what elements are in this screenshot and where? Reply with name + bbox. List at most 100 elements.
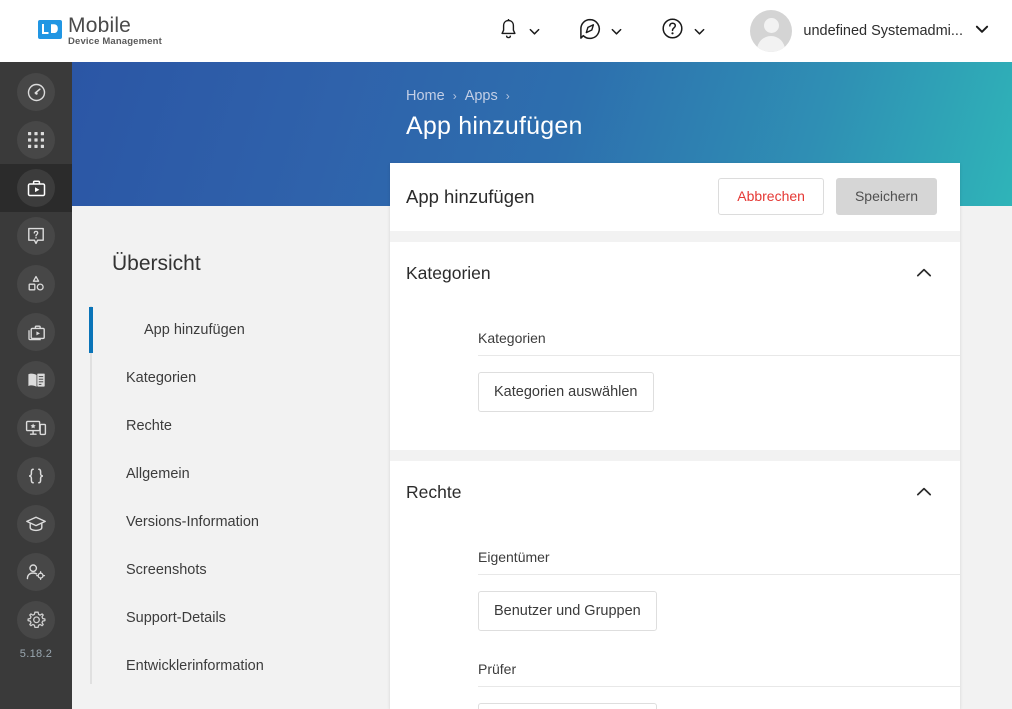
question-circle-icon bbox=[661, 17, 684, 45]
devices-icon bbox=[17, 409, 55, 447]
card-title: App hinzufügen bbox=[406, 185, 535, 207]
logo-title: Mobile bbox=[68, 14, 132, 38]
section-title: Kategorien bbox=[406, 262, 491, 283]
compass-icon bbox=[579, 18, 601, 45]
owner-users-groups-button[interactable]: Benutzer und Gruppen bbox=[478, 591, 657, 631]
rail-item-training[interactable] bbox=[0, 500, 72, 548]
field-pruefer: Prüfer Benutzer und Gruppen bbox=[478, 661, 960, 709]
nav-item-versions-information[interactable]: Versions-Information bbox=[90, 498, 390, 546]
briefcase-stack-icon bbox=[17, 313, 55, 351]
nav-item-screenshots[interactable]: Screenshots bbox=[90, 546, 390, 594]
avatar bbox=[750, 10, 793, 52]
field-underline bbox=[478, 355, 960, 356]
app-version-label: 5.18.2 bbox=[19, 648, 53, 660]
help-menu[interactable] bbox=[651, 0, 716, 62]
breadcrumb-separator-icon: › bbox=[505, 89, 510, 103]
card-section-divider bbox=[390, 450, 960, 461]
user-settings-icon bbox=[17, 553, 55, 591]
feedback-menu[interactable] bbox=[569, 0, 633, 62]
nav-item-label: Kategorien bbox=[126, 370, 197, 386]
dashboard-gauge-icon bbox=[17, 73, 55, 111]
app-grid-icon bbox=[17, 121, 55, 159]
breadcrumb-separator-icon: › bbox=[452, 89, 457, 103]
overview-nav-panel: Übersicht App hinzufügen Kategorien Rech… bbox=[72, 206, 390, 709]
field-label: Kategorien bbox=[478, 330, 546, 346]
rail-item-user-management[interactable] bbox=[0, 548, 72, 596]
nav-item-allgemein[interactable]: Allgemein bbox=[90, 450, 390, 498]
overview-nav-list: App hinzufügen Kategorien Rechte Allgeme… bbox=[89, 306, 390, 690]
breadcrumb: Home › Apps › bbox=[406, 88, 583, 104]
card-section-divider bbox=[390, 231, 960, 242]
section-body: Kategorien Kategorien auswählen bbox=[390, 304, 960, 450]
rail-item-api[interactable] bbox=[0, 452, 72, 500]
section-header[interactable]: Kategorien bbox=[390, 242, 960, 304]
rail-item-apps-grid[interactable] bbox=[0, 116, 72, 164]
section-header[interactable]: Rechte bbox=[390, 461, 960, 523]
chevron-down-icon bbox=[610, 25, 623, 38]
field-label: Prüfer bbox=[478, 661, 517, 677]
breadcrumb-item-home[interactable]: Home bbox=[406, 88, 445, 104]
nav-item-label: Support-Details bbox=[126, 610, 226, 626]
nav-item-entwicklerinformation[interactable]: Entwicklerinformation bbox=[90, 642, 390, 690]
section-body: Eigentümer Benutzer und Gruppen Prüfer B… bbox=[390, 523, 960, 709]
rail-item-devices[interactable] bbox=[0, 404, 72, 452]
nav-item-label: Allgemein bbox=[126, 466, 190, 482]
top-header-bar: Mobile Device Management undefined Syste… bbox=[0, 0, 1012, 62]
page-title: App hinzufügen bbox=[406, 112, 583, 140]
field-label: Eigentümer bbox=[478, 549, 550, 565]
header-actions: undefined Systemadmi... bbox=[488, 0, 1012, 62]
section-kategorien: Kategorien Kategorien Kategorien auswähl… bbox=[390, 242, 960, 450]
nav-item-label: Rechte bbox=[126, 418, 172, 434]
field-underline bbox=[478, 574, 960, 575]
book-icon bbox=[17, 361, 55, 399]
rail-item-dashboard[interactable] bbox=[0, 68, 72, 116]
cancel-button[interactable]: Abbrechen bbox=[718, 178, 824, 215]
chevron-down-icon bbox=[974, 21, 990, 42]
card-header-actions: Abbrechen Speichern bbox=[718, 178, 937, 215]
field-eigentuemer: Eigentümer Benutzer und Gruppen bbox=[478, 549, 960, 631]
graduation-cap-icon bbox=[17, 505, 55, 543]
rail-item-support[interactable] bbox=[0, 212, 72, 260]
chevron-up-icon[interactable] bbox=[916, 265, 932, 281]
chevron-down-icon bbox=[528, 25, 541, 38]
gear-icon bbox=[17, 601, 55, 639]
field-kategorien: Kategorien Kategorien auswählen bbox=[478, 330, 960, 412]
left-icon-rail: 5.18.2 bbox=[0, 62, 72, 709]
nav-item-label: Versions-Information bbox=[126, 514, 259, 530]
logo-subtitle: Device Management bbox=[68, 36, 162, 48]
nav-item-support-details[interactable]: Support-Details bbox=[90, 594, 390, 642]
add-app-card: App hinzufügen Abbrechen Speichern Kateg… bbox=[390, 163, 960, 709]
field-underline bbox=[478, 686, 960, 687]
section-title: Rechte bbox=[406, 481, 462, 502]
nav-item-kategorien[interactable]: Kategorien bbox=[90, 354, 390, 402]
rail-item-documents[interactable] bbox=[0, 356, 72, 404]
rail-item-app-store[interactable] bbox=[0, 164, 72, 212]
briefcase-play-icon bbox=[17, 169, 55, 207]
ld-logo-icon bbox=[38, 19, 62, 39]
chevron-up-icon[interactable] bbox=[916, 484, 932, 500]
rail-item-profiles[interactable] bbox=[0, 260, 72, 308]
app-logo[interactable]: Mobile Device Management bbox=[38, 15, 162, 47]
notifications-menu[interactable] bbox=[488, 0, 551, 62]
nav-item-app-hinzufuegen[interactable]: App hinzufügen bbox=[89, 306, 390, 354]
user-name-label: undefined Systemadmi... bbox=[803, 23, 963, 39]
bell-icon bbox=[498, 18, 519, 45]
rail-item-settings[interactable] bbox=[0, 596, 72, 644]
nav-item-label: Entwicklerinformation bbox=[126, 658, 264, 674]
nav-item-label: Screenshots bbox=[126, 562, 207, 578]
nav-item-label: App hinzufügen bbox=[144, 322, 245, 338]
chevron-down-icon bbox=[693, 25, 706, 38]
nav-item-rechte[interactable]: Rechte bbox=[90, 402, 390, 450]
code-braces-icon bbox=[17, 457, 55, 495]
overview-nav-title: Übersicht bbox=[112, 252, 201, 275]
rail-item-app-groups[interactable] bbox=[0, 308, 72, 356]
help-box-icon bbox=[17, 217, 55, 255]
select-categories-button[interactable]: Kategorien auswählen bbox=[478, 372, 654, 412]
breadcrumb-item-apps[interactable]: Apps bbox=[465, 88, 498, 104]
save-button[interactable]: Speichern bbox=[835, 178, 937, 215]
card-header: App hinzufügen Abbrechen Speichern bbox=[390, 163, 960, 231]
reviewer-users-groups-button[interactable]: Benutzer und Gruppen bbox=[478, 703, 657, 709]
section-rechte: Rechte Eigentümer Benutzer und Gruppen P… bbox=[390, 461, 960, 709]
shapes-icon bbox=[17, 265, 55, 303]
user-menu[interactable]: undefined Systemadmi... bbox=[750, 10, 990, 52]
